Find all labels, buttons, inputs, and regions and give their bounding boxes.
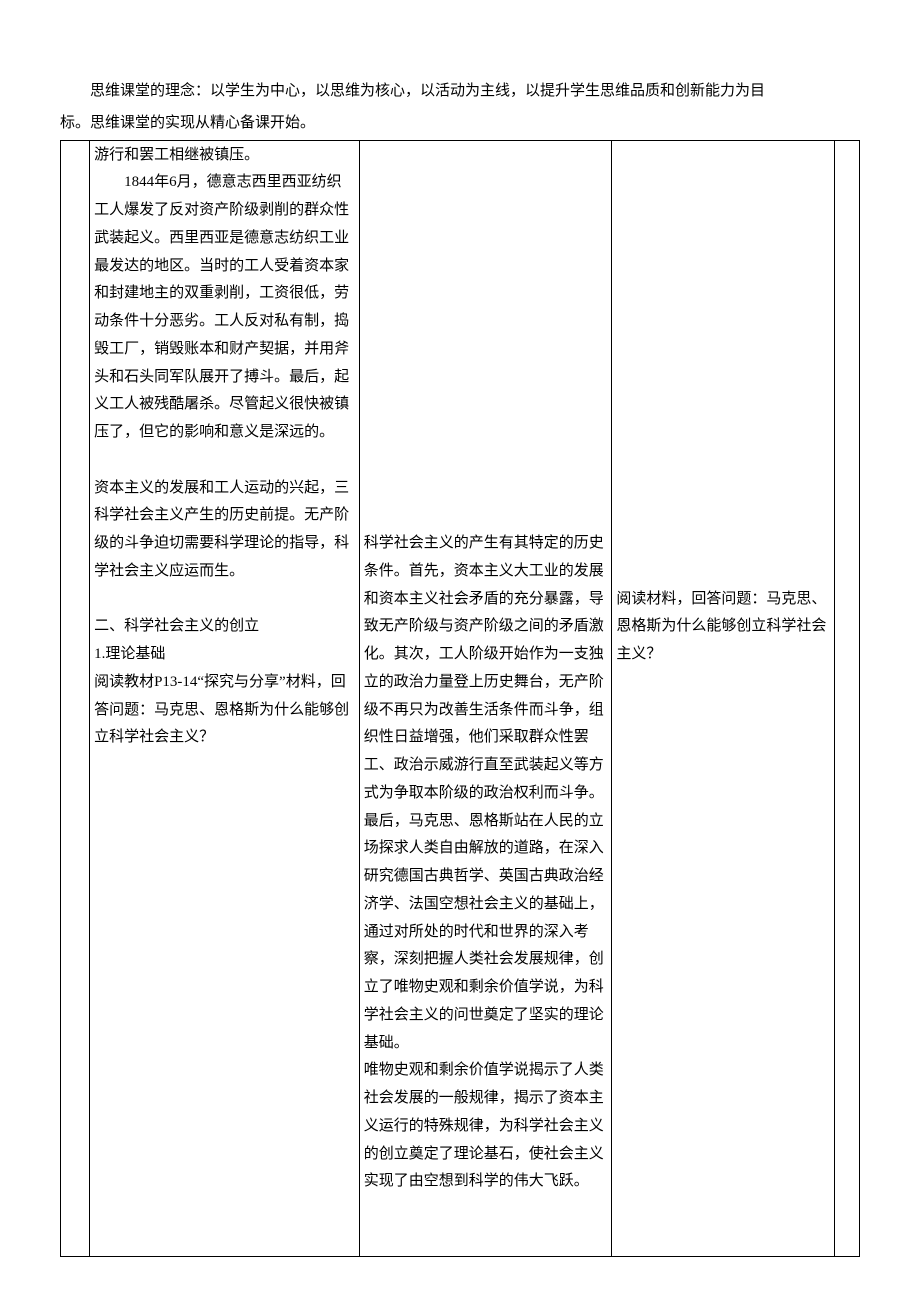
subheading: 1.理论基础	[94, 641, 355, 669]
text-block: 科学社会主义的产生有其特定的历史条件。首先，资本主义大工业的发展和资本主义社会矛…	[364, 530, 608, 1057]
text-block: 1844年6月，德意志西里西亚纺织工人爆发了反对资产阶级剥削的群众性武装起义。西…	[94, 169, 355, 447]
spacer	[364, 142, 608, 531]
page-header-line2: 标。思维课堂的实现从精心备课开始。	[60, 110, 860, 138]
section-heading: 二、科学社会主义的创立	[94, 613, 355, 641]
text-block: 阅读材料，回答问题：马克思、恩格斯为什么能够创立科学社会主义？	[616, 586, 830, 669]
text-block: 唯物史观和剩余价值学说揭示了人类社会发展的一般规律，揭示了资本主义运行的特殊规律…	[364, 1057, 608, 1196]
cell-col-d: 阅读材料，回答问题：马克思、恩格斯为什么能够创立科学社会主义？	[612, 140, 835, 1256]
page-header-line1: 思维课堂的理念：以学生为中心，以思维为核心，以活动为主线，以提升学生思维品质和创…	[60, 78, 860, 106]
cell-col-a	[61, 140, 90, 1256]
text-block: 游行和罢工相继被镇压。	[94, 142, 355, 170]
text-block: 阅读教材P13-14“探究与分享”材料，回答问题：马克思、恩格斯为什么能够创立科…	[94, 669, 355, 752]
spacer	[364, 1196, 608, 1252]
text-block: 资本主义的发展和工人运动的兴起，三科学社会主义产生的历史前提。无产阶级的斗争迫切…	[94, 475, 355, 586]
spacer	[616, 142, 830, 586]
spacer	[94, 447, 355, 475]
spacer	[94, 586, 355, 614]
cell-col-c: 科学社会主义的产生有其特定的历史条件。首先，资本主义大工业的发展和资本主义社会矛…	[359, 140, 612, 1256]
table-row: 游行和罢工相继被镇压。 1844年6月，德意志西里西亚纺织工人爆发了反对资产阶级…	[61, 140, 860, 1256]
cell-col-b: 游行和罢工相继被镇压。 1844年6月，德意志西里西亚纺织工人爆发了反对资产阶级…	[90, 140, 360, 1256]
lesson-plan-table: 游行和罢工相继被镇压。 1844年6月，德意志西里西亚纺织工人爆发了反对资产阶级…	[60, 140, 860, 1257]
cell-col-e	[834, 140, 859, 1256]
